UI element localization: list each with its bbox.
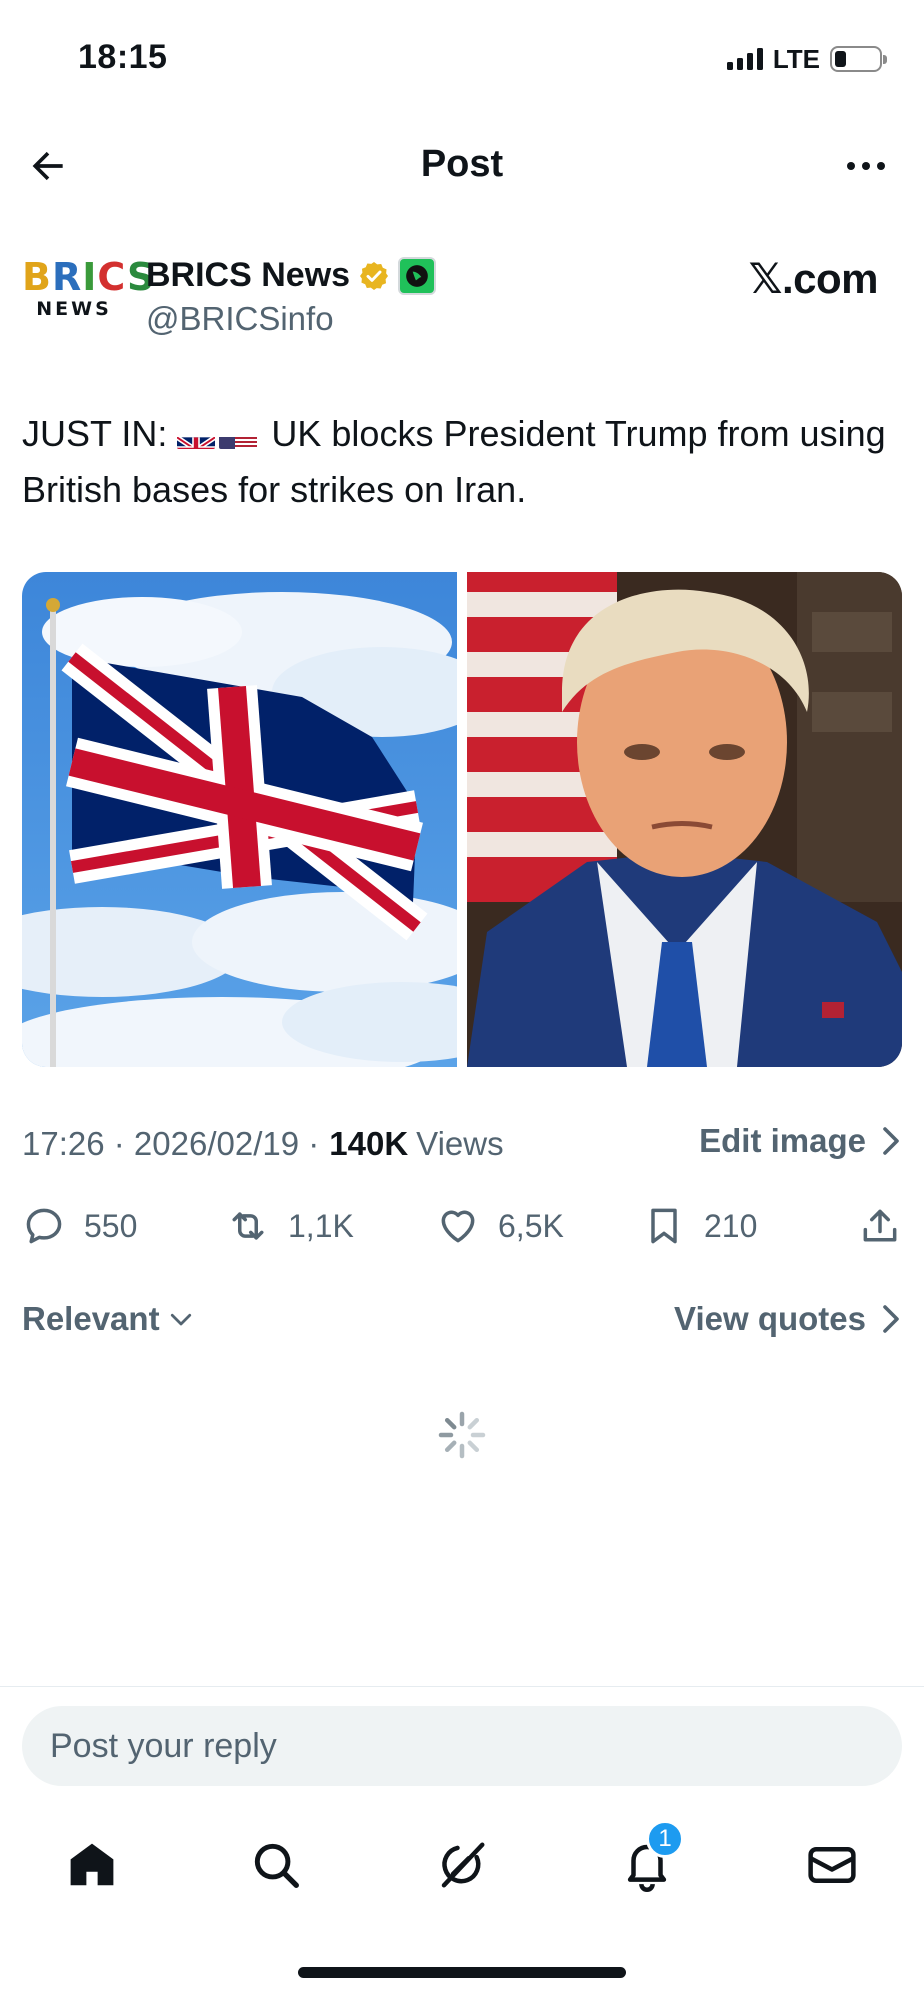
- chevron-right-icon: [883, 1127, 899, 1155]
- tab-grok[interactable]: [417, 1820, 507, 1910]
- us-flag-icon: [219, 423, 258, 450]
- chevron-right-icon: [883, 1305, 899, 1333]
- status-bar: 18:15 LTE: [0, 0, 924, 120]
- post-time: 17:26: [22, 1125, 105, 1162]
- notification-badge: 1: [646, 1820, 684, 1858]
- post-media: [22, 572, 902, 1067]
- sort-label: Relevant: [22, 1300, 160, 1337]
- more-options-button[interactable]: [838, 142, 894, 190]
- search-icon: [254, 1843, 299, 1888]
- repost-icon: [232, 1212, 264, 1240]
- status-time: 18:15: [78, 38, 168, 76]
- post-text-prefix: JUST IN:: [22, 413, 168, 454]
- more-dots-icon: [847, 162, 855, 170]
- battery-icon: [830, 46, 887, 72]
- avatar[interactable]: BRICS NEWS: [22, 255, 156, 330]
- tab-search[interactable]: [231, 1820, 321, 1910]
- post-actions: 550 1,1K 6,5K 210: [22, 1196, 902, 1256]
- views-count: 140K: [329, 1125, 409, 1162]
- reply-placeholder: Post your reply: [50, 1726, 277, 1765]
- trump-portrait-photo[interactable]: [467, 572, 902, 1067]
- network-label: LTE: [772, 43, 820, 74]
- reply-filter-row: Relevant View quotes: [22, 1300, 902, 1344]
- avatar-logo-subtext: NEWS: [36, 298, 112, 320]
- author-row: BRICS NEWS BRICS News @BRICSinfo 𝕏.com: [0, 252, 924, 342]
- view-quotes-button[interactable]: View quotes: [674, 1300, 902, 1338]
- x-com-link[interactable]: 𝕏.com: [749, 254, 879, 303]
- like-count: 6,5K: [498, 1207, 564, 1244]
- bookmark-button[interactable]: 210: [642, 1204, 757, 1248]
- post-text: JUST IN: UK blocks President Trump from …: [22, 406, 902, 518]
- loading-spinner-icon: [438, 1411, 486, 1459]
- grok-icon: [441, 1842, 485, 1888]
- page-title: Post: [420, 143, 504, 185]
- sort-dropdown[interactable]: Relevant: [22, 1300, 196, 1338]
- tab-home[interactable]: [47, 1820, 137, 1910]
- affiliate-badge-icon[interactable]: [398, 256, 437, 295]
- bookmark-count: 210: [704, 1207, 758, 1244]
- union-jack-photo[interactable]: [22, 572, 457, 1067]
- edit-image-button[interactable]: Edit image: [699, 1122, 902, 1160]
- repost-button[interactable]: 1,1K: [226, 1204, 354, 1248]
- home-icon: [70, 1843, 114, 1886]
- nav-header: Post: [0, 120, 924, 210]
- divider: [0, 1686, 924, 1687]
- view-quotes-label: View quotes: [674, 1300, 866, 1337]
- reply-count: 550: [84, 1207, 138, 1244]
- envelope-icon: [808, 1847, 856, 1883]
- heart-icon: [441, 1210, 475, 1243]
- tab-notifications[interactable]: 1: [602, 1820, 692, 1910]
- status-indicators: LTE: [726, 43, 887, 74]
- share-button[interactable]: [858, 1204, 902, 1248]
- home-indicator: [298, 1967, 626, 1978]
- post-meta: 17:26 · 2026/02/19 · 140K Views Edit ima…: [22, 1122, 902, 1166]
- reply-button[interactable]: 550: [22, 1204, 137, 1248]
- verified-badge-icon: [360, 261, 389, 290]
- like-button[interactable]: 6,5K: [436, 1204, 564, 1248]
- reply-input[interactable]: Post your reply: [22, 1706, 902, 1786]
- signal-icon: [726, 48, 763, 70]
- bottom-tab-bar: 1: [0, 1820, 924, 1910]
- avatar-logo-text: BRICS: [22, 255, 156, 299]
- edit-image-label: Edit image: [699, 1122, 866, 1159]
- tab-messages[interactable]: [787, 1820, 877, 1910]
- author-handle[interactable]: @BRICSinfo: [146, 300, 334, 338]
- post-date: 2026/02/19: [133, 1125, 300, 1162]
- chevron-down-icon: [170, 1313, 191, 1326]
- bookmark-icon: [651, 1208, 677, 1244]
- reply-icon: [26, 1208, 62, 1244]
- uk-flag-icon: [177, 423, 216, 450]
- share-icon: [863, 1209, 897, 1242]
- views-label: Views: [416, 1125, 504, 1162]
- author-name[interactable]: BRICS News: [146, 256, 350, 295]
- author-name-group[interactable]: BRICS News: [146, 256, 437, 295]
- repost-count: 1,1K: [288, 1207, 354, 1244]
